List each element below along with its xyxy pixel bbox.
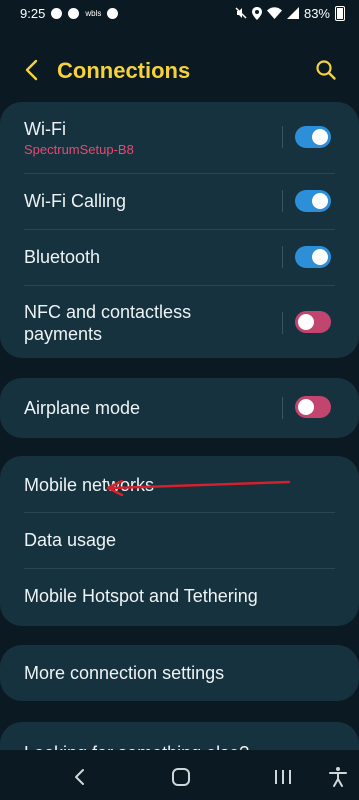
home-icon: [172, 768, 190, 786]
more-connection-settings-label: More connection settings: [24, 663, 225, 683]
recents-icon: [275, 770, 291, 784]
accessibility-icon: [329, 767, 347, 787]
navigation-bar: [0, 750, 359, 800]
back-icon: [75, 769, 84, 785]
nav-home-button[interactable]: [169, 765, 193, 789]
more-settings-card: More connection settings: [0, 645, 359, 701]
nav-back-button[interactable]: [68, 765, 92, 789]
more-connection-settings-row[interactable]: More connection settings: [0, 662, 359, 686]
nav-accessibility-button[interactable]: [326, 765, 350, 789]
nav-recents-button[interactable]: [271, 765, 295, 789]
